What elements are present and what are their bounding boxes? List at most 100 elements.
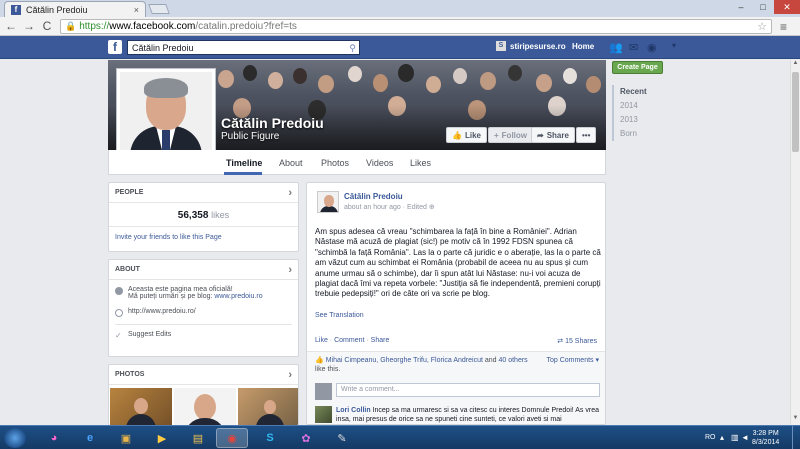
photo-thumbnail[interactable] — [110, 388, 172, 425]
show-desktop-button[interactable] — [792, 426, 800, 449]
app-icon[interactable]: ✿ — [290, 428, 322, 448]
lock-icon: 🔒 — [65, 21, 77, 31]
viewer-avatar — [315, 383, 332, 400]
likers-others-link[interactable]: 40 others — [498, 357, 527, 364]
reload-button[interactable]: C — [40, 19, 54, 33]
media-player-icon[interactable]: ◕ — [38, 428, 70, 448]
window-minimize-button[interactable]: – — [730, 0, 752, 14]
profile-shortcut[interactable]: S stiripesurse.ro — [496, 41, 566, 51]
tab-photos[interactable]: Photos — [321, 158, 349, 168]
facebook-logo-icon[interactable]: f — [108, 40, 122, 54]
top-comments-dropdown[interactable]: Top Comments ▾ — [546, 356, 599, 364]
search-input[interactable]: Cătălin Predoiu ⚲ — [127, 40, 360, 55]
photo-thumbnail[interactable] — [174, 388, 236, 425]
share-arrow-icon: ➦ — [537, 130, 544, 140]
internet-explorer-icon[interactable]: e — [74, 428, 106, 448]
about-description: Aceasta este pagina mea oficială! Mă put… — [109, 280, 298, 300]
comment-author[interactable]: Lori Collin — [336, 407, 371, 414]
tray-arrow-icon[interactable]: ▴ — [720, 433, 724, 442]
thumbs-up-icon: 👍 — [452, 130, 462, 140]
skype-icon[interactable]: S — [254, 428, 286, 448]
share-link[interactable]: Share — [371, 337, 390, 344]
see-translation-link[interactable]: See Translation — [315, 312, 364, 319]
tab-about[interactable]: About — [279, 158, 303, 168]
tab-timeline[interactable]: Timeline — [226, 158, 262, 168]
bookmark-star-icon[interactable]: ☆ — [757, 20, 767, 33]
chevron-right-icon[interactable]: › — [288, 264, 292, 276]
friend-requests-icon[interactable]: 👥 — [609, 41, 623, 54]
browser-tabstrip: f Cătălin Predoiu × – □ ✕ — [0, 0, 800, 17]
more-options-button[interactable]: ••• — [576, 127, 597, 143]
window-maximize-button[interactable]: □ — [752, 0, 774, 14]
create-page-button[interactable]: Create Page — [612, 61, 663, 74]
window-close-button[interactable]: ✕ — [774, 0, 800, 14]
chevron-right-icon[interactable]: › — [288, 369, 292, 381]
language-indicator[interactable]: RO — [705, 434, 716, 441]
tab-close-icon[interactable]: × — [134, 5, 139, 15]
people-card-header[interactable]: PEOPLE › — [109, 183, 298, 203]
share-page-button[interactable]: ➦ Share — [531, 127, 575, 143]
plus-icon: + — [494, 130, 499, 140]
year-2013[interactable]: 2013 — [620, 113, 647, 127]
network-icon[interactable]: ▥ — [731, 433, 739, 442]
search-icon[interactable]: ⚲ — [349, 42, 356, 54]
chevron-right-icon[interactable]: › — [288, 187, 292, 199]
address-bar[interactable]: 🔒 https://www.facebook.com/catalin.predo… — [60, 19, 772, 34]
start-button[interactable] — [4, 428, 26, 448]
photos-card-header[interactable]: PHOTOS › — [109, 365, 298, 385]
notifications-icon[interactable]: ◉ — [647, 41, 657, 54]
like-page-button[interactable]: 👍 Like — [446, 127, 487, 143]
shares-count-label: 15 Shares — [565, 338, 597, 345]
paint-icon[interactable]: ✎ — [326, 428, 358, 448]
likers-names[interactable]: Mihai Cimpeanu, Gheorghe Trifu, Florica … — [326, 357, 483, 364]
home-link[interactable]: Home — [572, 42, 594, 51]
volume-icon[interactable]: ◄ — [741, 433, 749, 442]
about-card-header[interactable]: ABOUT › — [109, 260, 298, 280]
browser-menu-icon[interactable]: ≡ — [780, 20, 787, 34]
photos-card-title: PHOTOS — [115, 371, 145, 378]
media-icon[interactable]: ▶ — [146, 428, 178, 448]
back-button[interactable]: ← — [4, 19, 18, 33]
scroll-down-arrow-icon[interactable]: ▼ — [791, 415, 800, 425]
comment-item: Lori Collin Incep sa ma urmaresc si sa v… — [336, 406, 600, 424]
shares-count[interactable]: ⇄ 15 Shares — [557, 337, 597, 345]
blog-link[interactable]: www.predoiu.ro — [214, 293, 262, 300]
suggest-edits-row[interactable]: ✓ Suggest Edits — [109, 325, 298, 340]
year-recent[interactable]: Recent — [620, 85, 647, 99]
system-clock[interactable]: 3:28 PM 8/3/2014 — [752, 429, 779, 447]
post-author-avatar[interactable] — [317, 191, 339, 213]
messages-icon[interactable]: ✉ — [629, 41, 638, 54]
audience-globe-icon: ⊕ — [428, 204, 435, 211]
like-post-link[interactable]: Like — [315, 337, 328, 344]
invite-friends-link[interactable]: Invite your friends to like this Page — [109, 227, 298, 241]
year-born[interactable]: Born — [620, 127, 647, 141]
post-author-name[interactable]: Cătălin Predoiu — [344, 192, 403, 201]
post-timestamp[interactable]: about an hour ago · Edited ⊕ — [344, 203, 435, 211]
about-line-2: Mă puteți urmări și pe blog: — [128, 293, 215, 300]
browser-tab[interactable]: f Cătălin Predoiu × — [4, 1, 146, 17]
page-scrollbar[interactable]: ▲ ▼ — [790, 60, 800, 425]
tab-videos[interactable]: Videos — [366, 158, 393, 168]
settings-chevron-down-icon[interactable]: ▾ — [672, 41, 676, 50]
post-feedback: 👍 Mihai Cimpeanu, Gheorghe Trifu, Florica… — [307, 351, 605, 424]
photos-grid — [110, 388, 298, 425]
comment-link[interactable]: Comment — [334, 337, 364, 344]
scroll-up-arrow-icon[interactable]: ▲ — [791, 60, 800, 70]
website-link[interactable]: http://www.predoiu.ro/ — [128, 308, 196, 317]
share-icon: ⇄ — [557, 338, 566, 345]
year-2014[interactable]: 2014 — [620, 99, 647, 113]
app-icon[interactable]: ▣ — [110, 428, 142, 448]
commenter-avatar[interactable] — [315, 406, 332, 423]
chrome-icon[interactable]: ◉ — [216, 428, 248, 448]
follow-button[interactable]: + Follow — [488, 127, 533, 143]
comment-input[interactable]: Write a comment... — [336, 383, 600, 397]
new-tab-button[interactable] — [148, 4, 170, 14]
photo-thumbnail[interactable] — [238, 388, 298, 425]
globe-icon — [115, 309, 123, 317]
page-avatar-icon: S — [496, 41, 506, 51]
tab-likes[interactable]: Likes — [410, 158, 431, 168]
folder-icon[interactable]: ▤ — [182, 428, 214, 448]
forward-button[interactable]: → — [22, 19, 36, 33]
scroll-thumb[interactable] — [792, 72, 799, 152]
clock-date: 8/3/2014 — [752, 439, 780, 446]
